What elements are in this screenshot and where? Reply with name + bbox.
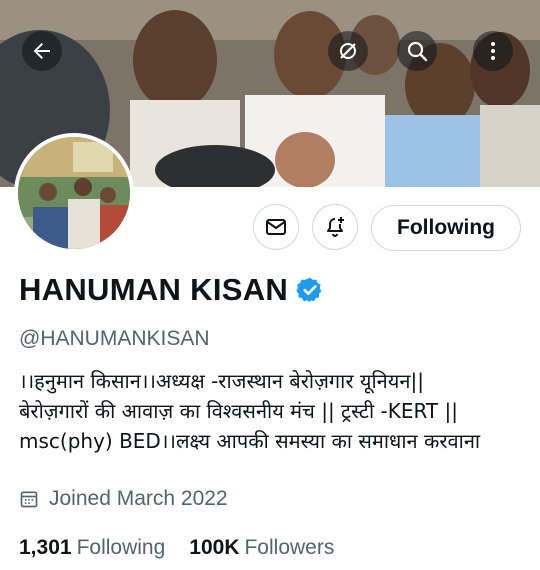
following-count: 1,301 xyxy=(19,536,72,559)
bio-line: msc(phy) BED।।लक्ष्य आपकी समस्या का समाध… xyxy=(19,429,481,453)
bio-line: बेरोज़गारों की आवाज़ का विश्वसनीय मंच ||… xyxy=(19,399,458,423)
more-vertical-icon xyxy=(491,42,495,60)
profile-name-row: HANUMAN KISAN xyxy=(19,272,324,308)
following-label: Following xyxy=(76,536,166,559)
joined-text: Joined March 2022 xyxy=(49,487,228,510)
back-button[interactable] xyxy=(22,31,62,71)
followers-label: Followers xyxy=(244,536,335,559)
profile-name: HANUMAN KISAN xyxy=(19,272,289,307)
grok-button[interactable] xyxy=(328,31,368,71)
more-button[interactable] xyxy=(473,31,513,71)
profile-bio: ।।हनुमान किसान।।अध्यक्ष -राजस्थान बेरोज़… xyxy=(19,366,524,456)
notifications-button[interactable] xyxy=(312,204,358,250)
profile-handle: @HANUMANKISAN xyxy=(19,327,210,350)
message-button[interactable] xyxy=(253,204,299,250)
bell-plus-icon xyxy=(327,217,344,237)
following-stat[interactable]: 1,301 Following xyxy=(19,536,165,560)
profile-stats: 1,301 Following 100K Followers xyxy=(19,536,334,560)
envelope-icon xyxy=(266,219,286,235)
followers-count: 100K xyxy=(189,536,240,559)
search-button[interactable] xyxy=(397,31,437,71)
verified-badge-icon[interactable] xyxy=(296,276,324,304)
profile-actions: Following xyxy=(0,204,540,254)
grok-icon xyxy=(340,43,356,59)
bio-line: ।।हनुमान किसान।।अध्यक्ष -राजस्थान बेरोज़… xyxy=(19,369,424,393)
back-arrow-icon xyxy=(33,43,50,59)
followers-stat[interactable]: 100K Followers xyxy=(189,536,334,560)
calendar-icon xyxy=(20,491,38,508)
search-icon xyxy=(407,41,428,62)
joined-date: Joined March 2022 xyxy=(19,487,228,511)
following-button[interactable]: Following xyxy=(371,205,521,251)
